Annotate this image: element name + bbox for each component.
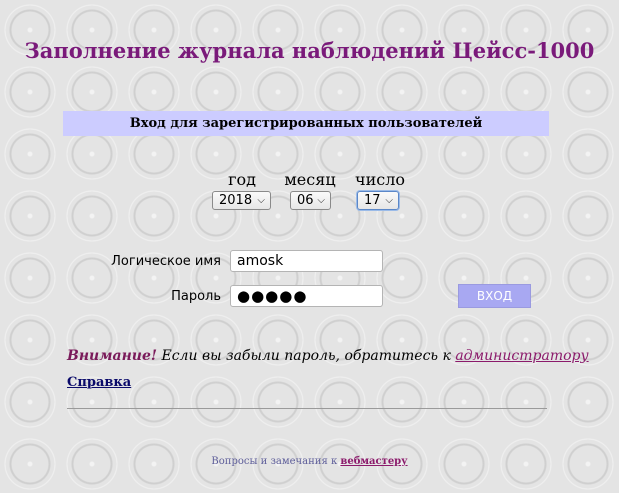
- footer-text: Вопросы и замечания к: [211, 456, 341, 467]
- username-input[interactable]: amosk: [230, 250, 383, 272]
- month-select[interactable]: 06 ⌵: [290, 191, 331, 210]
- webmaster-link[interactable]: вебмастеру: [340, 456, 407, 467]
- notice-text: Если вы забыли пароль, обратитесь к: [157, 348, 456, 364]
- day-select-value: 17: [364, 193, 381, 208]
- chevron-down-icon: ⌵: [257, 195, 265, 206]
- day-select[interactable]: 17 ⌵: [357, 191, 399, 210]
- chevron-down-icon: ⌵: [317, 195, 325, 206]
- password-mask: ●●●●●: [237, 287, 308, 305]
- forgot-password-notice: Внимание! Если вы забыли пароль, обратит…: [67, 348, 589, 364]
- year-select-value: 2018: [219, 193, 253, 208]
- day-label: число: [355, 170, 405, 189]
- help-link[interactable]: Справка: [67, 375, 131, 390]
- month-select-value: 06: [297, 193, 314, 208]
- login-banner: Вход для зарегистрированных пользователе…: [63, 111, 549, 136]
- admin-link[interactable]: администратору: [455, 348, 588, 364]
- chevron-down-icon: ⌵: [385, 195, 393, 206]
- page-title: Заполнение журнала наблюдений Цейсс-1000: [24, 38, 595, 63]
- login-button[interactable]: ВХОД: [458, 284, 531, 308]
- year-label: год: [228, 170, 256, 189]
- username-value: amosk: [237, 253, 284, 269]
- username-label: Логическое имя: [111, 254, 221, 269]
- month-label: месяц: [284, 170, 336, 189]
- divider: [67, 408, 547, 409]
- year-select[interactable]: 2018 ⌵: [212, 191, 271, 210]
- notice-strong: Внимание!: [67, 348, 158, 364]
- footer: Вопросы и замечания к вебмастеру: [0, 456, 619, 467]
- password-input[interactable]: ●●●●●: [230, 285, 383, 307]
- password-label: Пароль: [171, 289, 221, 304]
